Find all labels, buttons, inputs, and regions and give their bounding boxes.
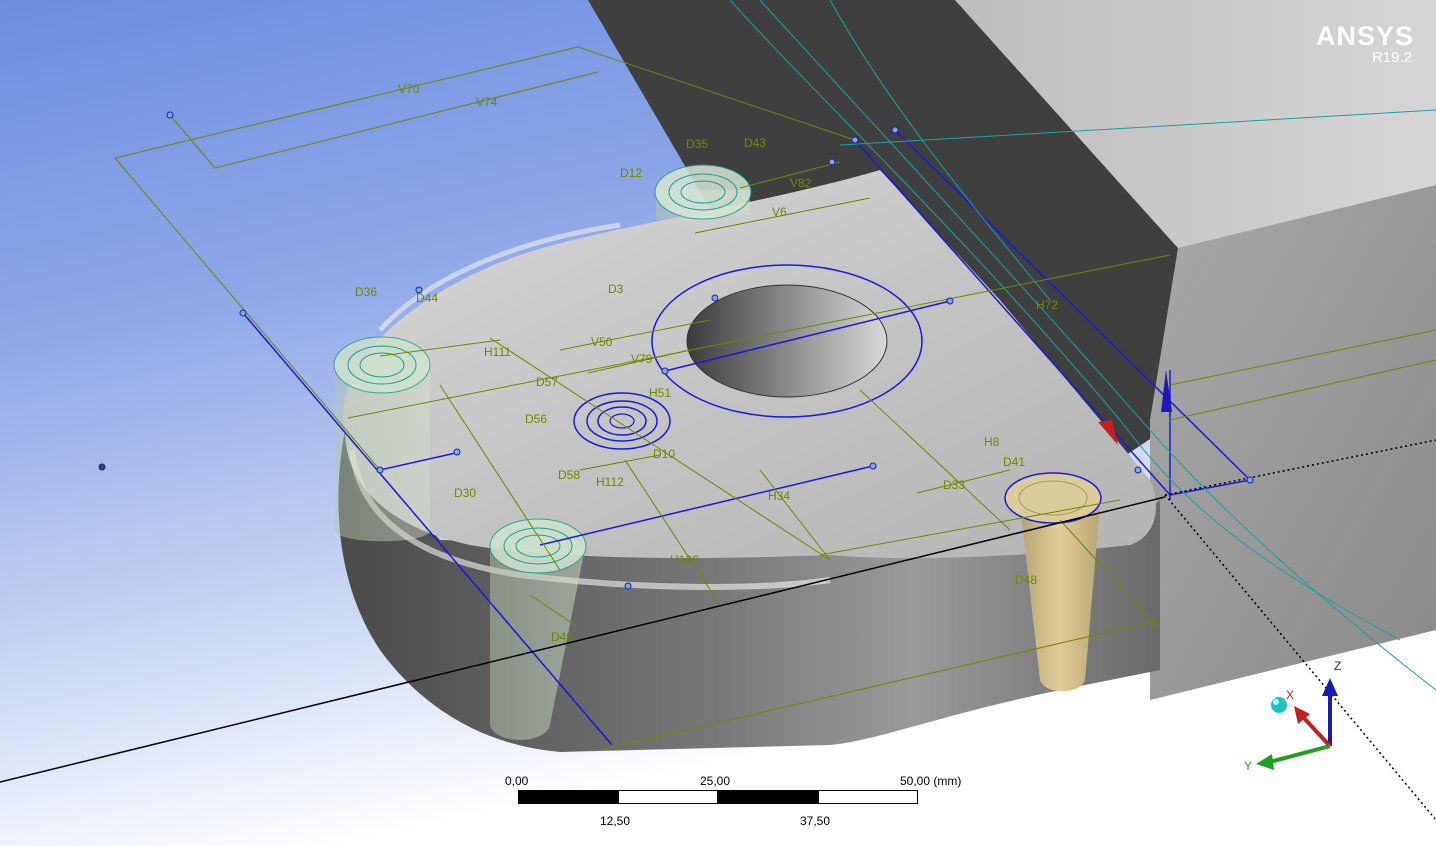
logo-version: R19.2 — [1371, 49, 1412, 66]
scale-label-25: 25,00 — [700, 774, 731, 788]
dimension-label-d12[interactable]: D12 — [620, 166, 642, 180]
dimension-label-h106[interactable]: H106 — [670, 553, 699, 567]
dimension-label-d36[interactable]: D36 — [355, 285, 377, 299]
dimension-label-h111[interactable]: H111 — [484, 345, 511, 359]
triad-z-label: Z — [1334, 659, 1341, 673]
orientation-triad[interactable]: Z X Y — [1230, 650, 1360, 780]
dimension-label-d48[interactable]: D48 — [1015, 573, 1037, 587]
logo-brand: ANSYS — [1315, 21, 1414, 51]
dimension-label-v70[interactable]: V70 — [398, 82, 420, 96]
triad-y-label: Y — [1244, 759, 1252, 773]
dimension-label-h8[interactable]: H8 — [984, 435, 1000, 449]
scale-segment-4 — [818, 790, 918, 804]
scale-ruler: 0,00 25,00 50,00 (mm) 12,50 37,50 — [480, 772, 1000, 832]
dimension-label-h112[interactable]: H112 — [596, 475, 624, 489]
scale-segment-2 — [618, 790, 718, 804]
dimension-label-d43[interactable]: D43 — [744, 136, 766, 150]
ansys-logo: ANSYS R19.2 — [1316, 22, 1414, 66]
dimension-label-d56[interactable]: D56 — [525, 412, 547, 426]
graphics-viewport[interactable]: V70 V74 D35 D43 D12 V82 V6 D3 D36 D44 H111 V50 V79 D5… — [0, 0, 1436, 846]
scale-segment-1 — [518, 790, 618, 804]
dimension-label-v82[interactable]: V82 — [790, 176, 812, 190]
dimension-label-d58[interactable]: D58 — [558, 468, 580, 482]
dimension-label-h72[interactable]: H72 — [1036, 298, 1058, 312]
dimension-label-d3[interactable]: D3 — [608, 282, 624, 296]
dimension-label-d57[interactable]: D57 — [536, 375, 558, 389]
dimension-label-d41[interactable]: D41 — [1003, 455, 1025, 469]
dimension-label-d30[interactable]: D30 — [454, 486, 476, 500]
scale-label-37-5: 37,50 — [800, 814, 831, 828]
dimension-label-d33[interactable]: D33 — [943, 478, 965, 492]
dimension-label-v74[interactable]: V74 — [476, 95, 498, 109]
dimension-label-h34[interactable]: H34 — [768, 489, 790, 503]
dimension-label-v50[interactable]: V50 — [591, 335, 613, 349]
dimension-label-v79[interactable]: V79 — [631, 352, 653, 366]
dimension-label-v6[interactable]: V6 — [772, 205, 787, 219]
scale-label-50: 50,00 (mm) — [900, 774, 962, 788]
dimension-label-d44[interactable]: D44 — [416, 291, 438, 305]
dimension-label-d35[interactable]: D35 — [686, 137, 708, 151]
dimension-labels: V70 V74 D35 D43 D12 V82 V6 D3 D36 D44 H111 V50 V79 D5… — [355, 82, 1058, 644]
triad-x-label: X — [1286, 688, 1294, 702]
dimension-label-d49[interactable]: D49 — [551, 630, 573, 644]
dimension-label-d10[interactable]: D10 — [653, 447, 675, 461]
scale-label-12-5: 12,50 — [600, 814, 631, 828]
scale-segment-3 — [718, 790, 818, 804]
dimension-label-h51[interactable]: H51 — [649, 386, 671, 400]
scale-label-0: 0,00 — [505, 774, 529, 788]
